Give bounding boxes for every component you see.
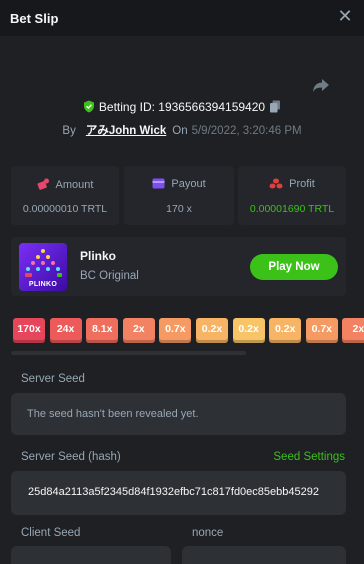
page-title: Bet Slip [10,11,59,26]
share-icon[interactable] [311,75,331,95]
payout-value: 170 x [166,203,192,215]
multiplier-chip: 0.7x [305,318,338,343]
by-label: By [62,125,76,137]
payout-card: Payout 170 x [124,166,234,225]
amount-card: Amount 0.00000010 TRTL [11,166,119,225]
multiplier-chip: 0.7x [159,318,192,343]
multiplier-chip: 24x [49,318,82,343]
amount-label: Amount [55,179,94,191]
nonce-label: nonce [192,527,224,539]
plinko-pegs-icon [25,249,62,277]
multiplier-scrollbar[interactable] [11,351,246,355]
on-label: On [172,125,188,137]
client-seed-label: Client Seed [21,527,81,539]
multiplier-chip: 0.2x [269,318,302,343]
server-seed-value: The seed hasn't been revealed yet. [27,408,199,420]
close-icon[interactable]: ✕ [336,8,354,26]
coins-icon [37,178,49,190]
betting-id: Betting ID: 1936566394159420 [0,100,364,114]
thumb-logo-text: PLINKO [28,281,58,288]
payout-label: Payout [171,178,206,190]
chips-icon [269,178,283,189]
server-hash-label: Server Seed (hash) [21,451,121,463]
profit-card: Profit 0.00001690 TRTL [238,166,346,225]
profit-value: 0.00001690 TRTL [249,203,335,215]
multiplier-chip: 0.2x [232,318,265,343]
amount-value: 0.00000010 TRTL [22,203,108,215]
copy-icon[interactable] [269,100,281,113]
client-seed-field[interactable] [11,546,171,564]
multiplier-chip: 8.1x [86,318,119,343]
game-name: Plinko [80,249,117,263]
server-seed-label: Server Seed [21,373,85,385]
seed-settings-link[interactable]: Seed Settings [273,451,345,463]
multiplier-row: 170x 24x 8.1x 2x 0.7x 0.2x 0.2x 0.2x 0.7x 2x [13,318,364,344]
game-card: PLINKO Plinko BC Original Play Now [11,237,346,296]
server-hash-field[interactable]: 25d84a2113a5f2345d84f1932efbc71c817fd0ec… [11,471,346,515]
header: Bet Slip ✕ [0,0,364,36]
bet-byline: By アみJohn Wick On 5/9/2022, 3:20:46 PM [0,122,364,138]
multiplier-chip: 0.2x [196,318,228,343]
game-provider: BC Original [80,270,139,282]
multiplier-chip: 170x [13,318,45,343]
wallet-icon [152,178,165,189]
username-link[interactable]: アみJohn Wick [86,125,166,137]
game-thumbnail[interactable]: PLINKO [19,243,67,291]
server-hash-value: 25d84a2113a5f2345d84f1932efbc71c817fd0ec… [28,486,319,498]
bet-datetime: 5/9/2022, 3:20:46 PM [191,125,302,137]
play-now-button[interactable]: Play Now [250,254,338,280]
multiplier-chip: 2x [122,318,155,343]
betting-id-text: Betting ID: 1936566394159420 [98,100,266,114]
profit-label: Profit [289,178,315,190]
multiplier-chip: 2x [342,318,364,343]
nonce-field[interactable] [182,546,346,564]
server-seed-field[interactable]: The seed hasn't been revealed yet. [11,393,346,435]
shield-check-icon [83,100,94,113]
